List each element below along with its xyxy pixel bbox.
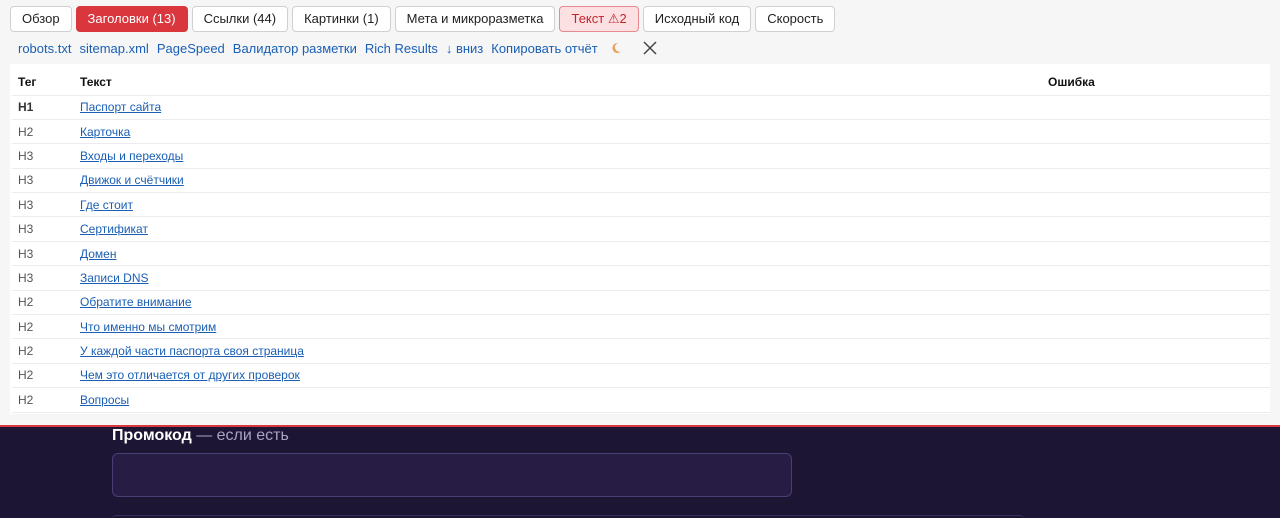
close-icon[interactable] xyxy=(642,40,658,56)
row-error xyxy=(1042,95,1270,120)
toolbar-links: robots.txt sitemap.xml PageSpeed Валидат… xyxy=(18,38,658,58)
row-tag: H3 xyxy=(12,143,74,169)
heading-link[interactable]: Входы и переходы xyxy=(80,149,183,163)
row-error xyxy=(1042,265,1270,291)
table-row: H3 Сертификат xyxy=(12,216,1270,242)
tab-speed[interactable]: Скорость xyxy=(755,6,836,32)
table-row: H1 Паспорт сайта xyxy=(12,95,1270,120)
seo-inspector-panel: Обзор Заголовки (13) Ссылки (44) Картинк… xyxy=(0,0,1280,427)
table-row: H3 Домен xyxy=(12,241,1270,267)
row-tag: H2 xyxy=(12,314,74,340)
table-row: H3 Входы и переходы xyxy=(12,143,1270,169)
rich-results-link[interactable]: Rich Results xyxy=(365,41,438,56)
row-tag: H3 xyxy=(12,168,74,194)
pagespeed-link[interactable]: PageSpeed xyxy=(157,41,225,56)
heading-link[interactable]: Домен xyxy=(80,247,117,261)
row-error xyxy=(1042,216,1270,242)
promo-label-bold: Промокод xyxy=(112,427,192,444)
headings-table: Тег Текст Ошибка H1 Паспорт сайта H2 Карто… xyxy=(12,64,1270,413)
tab-links[interactable]: Ссылки (44) xyxy=(191,6,289,32)
promo-label: Промокод — если есть xyxy=(112,427,289,445)
heading-link[interactable]: Чем это отличается от других проверок xyxy=(80,368,300,382)
promo-label-rest: — если есть xyxy=(191,427,289,444)
heading-link[interactable]: Записи DNS xyxy=(80,271,149,285)
tab-meta[interactable]: Мета и микроразметка xyxy=(394,6,556,32)
table-row: H3 Где стоит xyxy=(12,192,1270,218)
tab-images[interactable]: Картинки (1) xyxy=(292,6,391,32)
tab-source[interactable]: Исходный код xyxy=(642,6,752,32)
row-error xyxy=(1042,314,1270,340)
moon-icon[interactable] xyxy=(612,42,624,54)
sitemap-link[interactable]: sitemap.xml xyxy=(79,41,148,56)
column-header-error: Ошибка xyxy=(1042,64,1270,96)
copy-report-link[interactable]: Копировать отчёт xyxy=(491,41,597,56)
table-row: H2 Обратите внимание xyxy=(12,290,1270,316)
table-row: H2 Вопросы xyxy=(12,387,1270,413)
row-tag: H3 xyxy=(12,192,74,218)
row-tag: H2 xyxy=(12,363,74,389)
row-error xyxy=(1042,338,1270,364)
column-header-text: Текст xyxy=(74,64,1042,96)
row-tag: H3 xyxy=(12,265,74,291)
table-row: H2 Чем это отличается от других проверок xyxy=(12,363,1270,389)
tab-headings[interactable]: Заголовки (13) xyxy=(75,6,188,32)
heading-link[interactable]: Сертификат xyxy=(80,222,148,236)
table-row: H2 Что именно мы смотрим xyxy=(12,314,1270,340)
row-tag: H1 xyxy=(12,95,74,120)
table-row: H2 У каждой части паспорта своя страница xyxy=(12,338,1270,364)
row-error xyxy=(1042,192,1270,218)
row-tag: H2 xyxy=(12,119,74,145)
table-header-row: Тег Текст Ошибка xyxy=(12,64,1270,96)
row-error xyxy=(1042,241,1270,267)
row-error xyxy=(1042,168,1270,194)
table-row: H3 Движок и счётчики xyxy=(12,168,1270,194)
row-error xyxy=(1042,143,1270,169)
promo-code-input[interactable] xyxy=(112,453,792,497)
row-tag: H3 xyxy=(12,216,74,242)
promo-section: Промокод — если есть xyxy=(0,427,1280,518)
heading-link[interactable]: Паспорт сайта xyxy=(80,100,161,114)
row-error xyxy=(1042,363,1270,389)
row-error xyxy=(1042,290,1270,316)
validator-link[interactable]: Валидатор разметки xyxy=(233,41,357,56)
table-row: H2 Карточка xyxy=(12,119,1270,145)
row-tag: H2 xyxy=(12,387,74,413)
heading-link[interactable]: Где стоит xyxy=(80,198,133,212)
heading-link[interactable]: Вопросы xyxy=(80,393,129,407)
row-tag: H3 xyxy=(12,241,74,267)
heading-link[interactable]: Карточка xyxy=(80,125,130,139)
tab-text[interactable]: Текст ⚠2 xyxy=(559,6,639,32)
row-error xyxy=(1042,387,1270,413)
heading-link[interactable]: Движок и счётчики xyxy=(80,173,184,187)
row-tag: H2 xyxy=(12,338,74,364)
tab-overview[interactable]: Обзор xyxy=(10,6,72,32)
scroll-down-link[interactable]: ↓ вниз xyxy=(446,41,483,56)
column-header-tag: Тег xyxy=(12,64,74,96)
headings-table-container: Тег Текст Ошибка H1 Паспорт сайта H2 Карто… xyxy=(10,64,1270,414)
heading-link[interactable]: Что именно мы смотрим xyxy=(80,320,216,334)
tab-bar: Обзор Заголовки (13) Ссылки (44) Картинк… xyxy=(10,6,836,32)
row-error xyxy=(1042,119,1270,145)
table-row: H3 Записи DNS xyxy=(12,265,1270,291)
heading-link[interactable]: Обратите внимание xyxy=(80,295,192,309)
heading-link[interactable]: У каждой части паспорта своя страница xyxy=(80,344,304,358)
robots-link[interactable]: robots.txt xyxy=(18,41,71,56)
row-tag: H2 xyxy=(12,290,74,316)
